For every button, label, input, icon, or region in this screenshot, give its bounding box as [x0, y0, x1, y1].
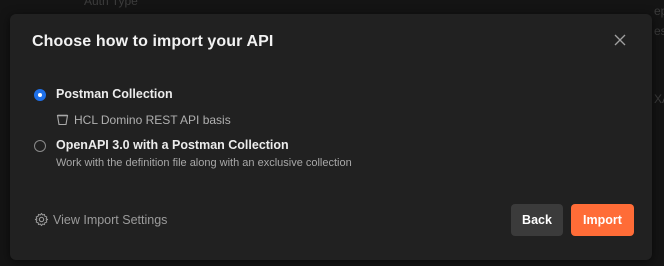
back-button[interactable]: Back — [511, 204, 563, 236]
view-import-settings-link[interactable]: View Import Settings — [34, 212, 167, 230]
gear-icon — [34, 212, 49, 230]
collection-item: HCL Domino REST API basis — [56, 113, 231, 129]
background-text-fragment: ep — [654, 4, 664, 18]
option-label: Postman Collection — [56, 87, 173, 101]
close-icon[interactable] — [613, 33, 627, 47]
option-description: Work with the definition file along with… — [56, 157, 352, 169]
collection-icon — [56, 114, 69, 129]
background-auth-type-label: Auth Type — [84, 0, 138, 8]
background-text-fragment: XA — [654, 92, 664, 106]
settings-link-label: View Import Settings — [53, 213, 168, 227]
import-button[interactable]: Import — [571, 204, 634, 236]
dialog-title: Choose how to import your API — [32, 33, 274, 50]
option-label: OpenAPI 3.0 with a Postman Collection — [56, 138, 289, 152]
collection-name: HCL Domino REST API basis — [74, 113, 231, 127]
background-text-fragment: es — [654, 24, 664, 38]
import-api-dialog: Choose how to import your API Postman Co… — [10, 14, 652, 260]
radio-postman-collection[interactable] — [34, 89, 46, 101]
radio-openapi-with-collection[interactable] — [34, 140, 46, 152]
